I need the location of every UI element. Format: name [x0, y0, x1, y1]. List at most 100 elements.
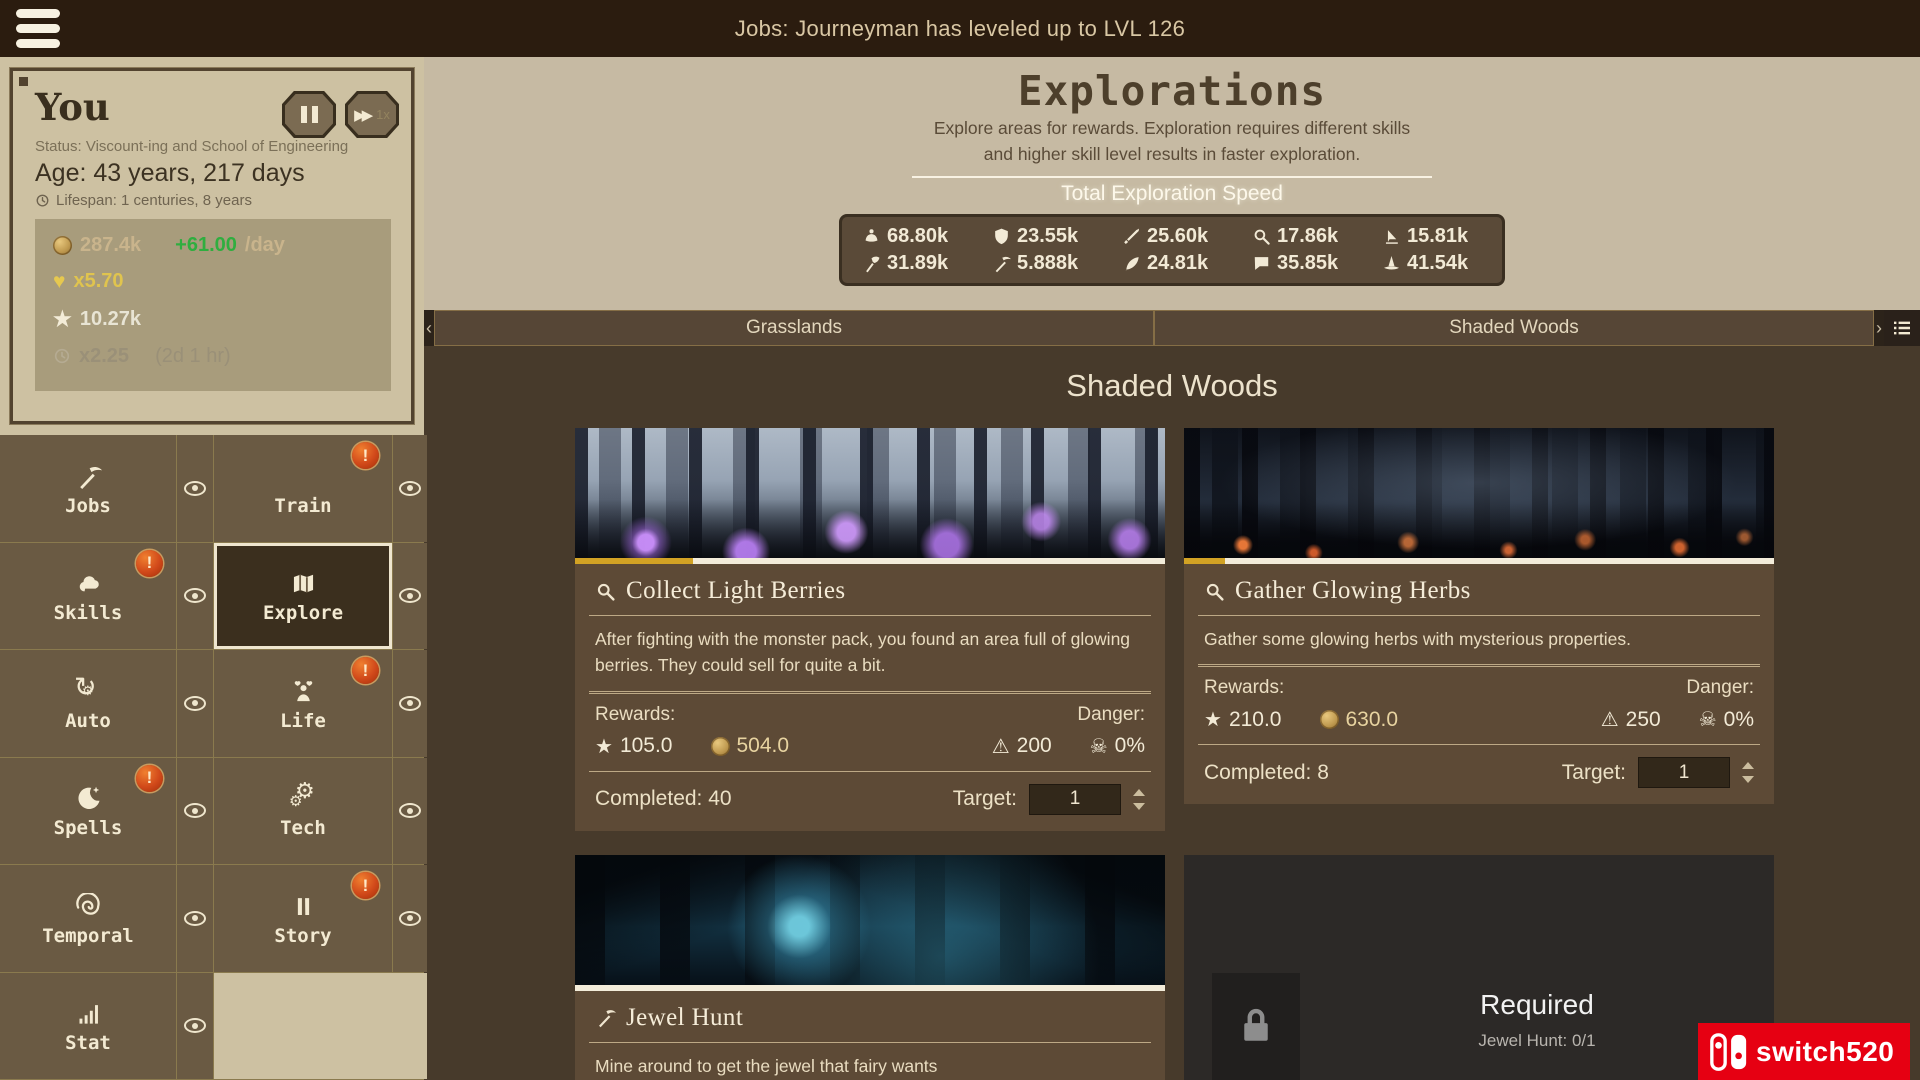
sidebar-item-story[interactable]: Story — [214, 865, 392, 972]
game-speed-button[interactable]: ▶▶ 1x — [345, 91, 399, 138]
sidebar-item-skills[interactable]: Skills — [0, 543, 176, 650]
speed-magic: 41.54k — [1382, 252, 1482, 275]
spinner-down-icon[interactable] — [1742, 776, 1754, 783]
sidebar-item-life[interactable]: Life — [214, 650, 392, 757]
sidebar-item-train[interactable]: Train — [214, 435, 392, 542]
tab-grasslands[interactable]: Grasslands — [434, 310, 1154, 346]
pickaxe-icon — [595, 1007, 616, 1028]
sidebar-item-spells[interactable]: Spells — [0, 758, 176, 865]
coin-icon — [1320, 710, 1339, 729]
pickaxe-icon — [75, 460, 102, 490]
moon-sparkles-icon — [75, 782, 102, 812]
skull-icon: ☠ — [1090, 734, 1108, 759]
sidebar-empty-cell — [214, 973, 427, 1080]
sidebar-item-tech[interactable]: ⚙⚙ Tech — [214, 758, 392, 865]
spinner-up-icon[interactable] — [1742, 762, 1754, 769]
shield-icon — [992, 227, 1011, 246]
pause-button[interactable] — [282, 91, 336, 138]
visibility-eye-icon[interactable] — [184, 803, 206, 818]
age-line: Age: 43 years, 217 days — [35, 159, 391, 188]
scroll-left-icon[interactable]: ‹ — [424, 310, 434, 346]
coin-reward: 630.0 — [1320, 707, 1399, 732]
visibility-eye-icon[interactable] — [399, 481, 421, 496]
coin-reward: 504.0 — [711, 734, 790, 759]
exploration-cards: Collect Light Berries After fighting wit… — [575, 428, 1774, 1080]
notification-badge — [352, 442, 379, 469]
speed-charisma: 35.85k — [1252, 252, 1352, 275]
visibility-eye-icon[interactable] — [184, 696, 206, 711]
tab-shaded-woods[interactable]: Shaded Woods — [1154, 310, 1874, 346]
header-divider — [912, 176, 1432, 178]
card-title: Jewel Hunt — [575, 991, 1165, 1042]
magnifier-icon — [595, 581, 616, 602]
visibility-eye-icon[interactable] — [184, 1018, 206, 1033]
total-exploration-speed-title: Total Exploration Speed — [424, 182, 1920, 206]
sidebar-item-auto[interactable]: ↻⚙ Auto — [0, 650, 176, 757]
notification-badge — [136, 765, 163, 792]
visibility-eye-icon[interactable] — [399, 588, 421, 603]
speed-meditation: 68.80k — [862, 225, 962, 248]
star-icon: ★ — [53, 307, 72, 332]
card-description: Gather some glowing herbs with mysteriou… — [1184, 616, 1774, 664]
target-input[interactable] — [1638, 757, 1730, 788]
main-content: Explorations Explore areas for rewards. … — [424, 57, 1920, 1080]
coin-rate: +61.00 — [175, 234, 237, 257]
magnifier-icon — [1204, 581, 1225, 602]
rewards-danger-section: Rewards: ★210.0 630.0 Danger: ⚠250 ☠0% — [1184, 667, 1774, 744]
clock-icon — [53, 347, 71, 365]
visibility-eye-icon[interactable] — [184, 481, 206, 496]
visibility-eye-icon[interactable] — [399, 911, 421, 926]
panel-corner-ornament — [19, 77, 28, 86]
sidebar-item-temporal[interactable]: Temporal — [0, 865, 176, 972]
spinner-up-icon[interactable] — [1133, 789, 1145, 796]
card-locked: Required Jewel Hunt: 0/1 — [1184, 855, 1774, 1080]
experience-row: ★ 10.27k — [53, 307, 373, 332]
visibility-eye-icon[interactable] — [399, 803, 421, 818]
visibility-eye-icon[interactable] — [184, 588, 206, 603]
page-title: Explorations — [424, 67, 1920, 115]
required-label: Required — [1300, 989, 1774, 1021]
speed-sailing: 15.81k — [1382, 225, 1482, 248]
watermark: switch520 — [1698, 1023, 1910, 1080]
danger-value: ⚠200 — [992, 734, 1052, 759]
feather-icon — [1122, 254, 1141, 273]
map-icon — [290, 567, 317, 597]
notification-badge — [352, 872, 379, 899]
pause-icon — [301, 106, 318, 123]
area-title: Shaded Woods — [424, 368, 1920, 404]
exploration-speed-box: 68.80k 23.55k 25.60k 17.86k 15.81k 31.89… — [839, 214, 1505, 286]
visibility-eye-icon[interactable] — [399, 696, 421, 711]
status-line: Status: Viscount-ing and School of Engin… — [35, 138, 391, 155]
scroll-right-icon[interactable]: › — [1874, 310, 1884, 346]
currency-box: 287.4k +61.00 /day ♥ x5.70 ★ 10.27k x2.2… — [35, 219, 391, 391]
time-note: (2d 1 hr) — [155, 345, 231, 368]
area-list-button[interactable] — [1884, 310, 1920, 346]
spinner-down-icon[interactable] — [1133, 803, 1145, 810]
exploration-image — [575, 428, 1165, 558]
target-label: Target: — [1562, 761, 1626, 785]
card-jewel-hunt: Jewel Hunt Mine around to get the jewel … — [575, 855, 1165, 1080]
speed-multiplier-label: 1x — [376, 107, 390, 122]
card-title: Collect Light Berries — [575, 564, 1165, 615]
bar-chart-icon — [75, 997, 102, 1027]
warning-icon: ⚠ — [992, 734, 1010, 759]
rewards-danger-section: Rewards: ★105.0 504.0 Danger: ⚠200 ☠0% — [575, 694, 1165, 771]
menu-icon[interactable] — [16, 9, 60, 48]
target-input[interactable] — [1029, 784, 1121, 815]
star-icon: ★ — [1204, 707, 1222, 732]
xp-reward: ★105.0 — [595, 734, 673, 759]
sidebar-item-explore[interactable]: Explore — [214, 543, 392, 650]
coin-icon — [53, 236, 72, 255]
speech-bubble-icon — [1252, 254, 1271, 273]
explorations-description-line1: Explore areas for rewards. Exploration r… — [424, 115, 1920, 141]
notification-banner: Jobs: Journeyman has leveled up to LVL 1… — [0, 16, 1920, 42]
lifespan-clock-icon — [35, 193, 50, 208]
explorations-description-line2: and higher skill level results in faster… — [424, 141, 1920, 167]
lock-icon — [1234, 1003, 1278, 1080]
card-footer: Completed: 40 Target: — [575, 772, 1165, 831]
visibility-eye-icon[interactable] — [184, 911, 206, 926]
speed-perception: 17.86k — [1252, 225, 1352, 248]
card-collect-light-berries: Collect Light Berries After fighting wit… — [575, 428, 1165, 831]
sidebar-item-jobs[interactable]: Jobs — [0, 435, 176, 542]
sidebar-item-stat[interactable]: Stat — [0, 973, 176, 1080]
